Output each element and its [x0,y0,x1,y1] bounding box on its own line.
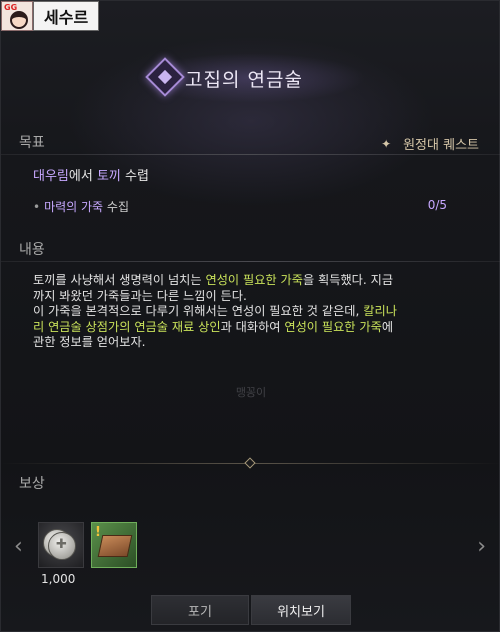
section-content-label: 내용 [19,242,45,258]
goal-sub-action: 수집 [103,200,129,214]
desc-highlight-place[interactable]: 칼리나 [363,304,397,318]
quest-panel: GG 세수르 고집의 연금술 목표 ✦ 원정대 퀘스트 대우림에서 토끼 수렵 … [0,0,500,632]
goal-location[interactable]: 대우림 [33,169,69,184]
ornament-diamond-icon [244,457,256,469]
abandon-button[interactable]: 포기 [151,595,249,625]
reward-slot-silver[interactable] [38,522,84,568]
show-location-button[interactable]: 위치보기 [251,595,351,625]
desc-highlight-item[interactable]: 연성이 필요한 가죽 [205,273,302,287]
avatar-face-icon [10,11,28,29]
desc-text: 에 [381,319,394,334]
description-line-1: 토끼를 사냥해서 생명력이 넘치는 연성이 필요한 가죽을 획득했다. 지금 [33,273,479,289]
description-line-3: 이 가죽을 본격적으로 다루기 위해서는 연성이 필요한 것 같은데, 칼리나 [33,304,479,320]
section-reward-label: 보상 [19,476,45,492]
description-line-5: 관한 정보를 얻어보자. [33,335,146,350]
goal-divider [1,154,500,155]
exclamation-badge-icon: ! [95,525,101,540]
goal-main-mid: 에서 [68,169,97,184]
reward-prev-arrow-icon[interactable]: ‹ [14,534,23,559]
leather-material-icon [97,535,133,557]
background-watermark-text: 맹꽁이 [235,386,267,399]
goal-subtask: • 마력의 가죽 수집 [33,198,129,215]
goal-main-end: 수렵 [120,169,149,184]
goal-progress: 0/5 [427,198,447,212]
content-divider [1,261,500,262]
description-line-4: 리 연금술 상점가의 연금술 재료 상인과 대화하여 연성이 필요한 가죽에 [33,320,479,336]
desc-text: 토끼를 사냥해서 생명력이 넘치는 [33,273,206,287]
quest-type-label: 원정대 퀘스트 [403,138,479,153]
quest-description: 토끼를 사냥해서 생명력이 넘치는 연성이 필요한 가죽을 획득했다. 지금 까… [11,265,491,373]
section-goal-label: 목표 [19,135,45,151]
reward-quantity: 1,000 [41,572,76,586]
desc-text: 을 획득했다. 지금 [302,273,394,287]
quest-title: 고집의 연금술 [185,69,303,91]
goal-target[interactable]: 토끼 [97,169,121,184]
quest-type: ✦ 원정대 퀘스트 [381,134,479,154]
description-line-2: 까지 봐왔던 가죽들과는 다른 느낌이 든다. [33,288,247,303]
reward-slot-leather[interactable]: ! [91,522,137,568]
tag-label: 세수르 [33,1,100,31]
bullet-icon: • [33,200,41,214]
desc-text: 과 대화하여 [220,319,285,334]
goal-main: 대우림에서 토끼 수렵 [33,165,149,184]
desc-text: 이 가죽을 본격적으로 다루기 위해서는 연성이 필요한 것 같은데, [33,304,364,319]
desc-highlight-npc[interactable]: 리 연금술 상점가의 연금술 재료 상인 [33,320,221,334]
goal-sub-item[interactable]: 마력의 가죽 [44,200,103,214]
desc-highlight-item[interactable]: 연성이 필요한 가죽 [284,320,381,334]
silver-coin-icon [48,532,76,560]
reward-next-arrow-icon[interactable]: › [477,534,486,559]
expedition-quest-icon: ✦ [381,136,392,151]
streamer-tag: GG 세수르 [1,1,100,31]
quest-title-emblem: 고집의 연금술 [1,53,500,103]
avatar: GG [1,1,33,31]
